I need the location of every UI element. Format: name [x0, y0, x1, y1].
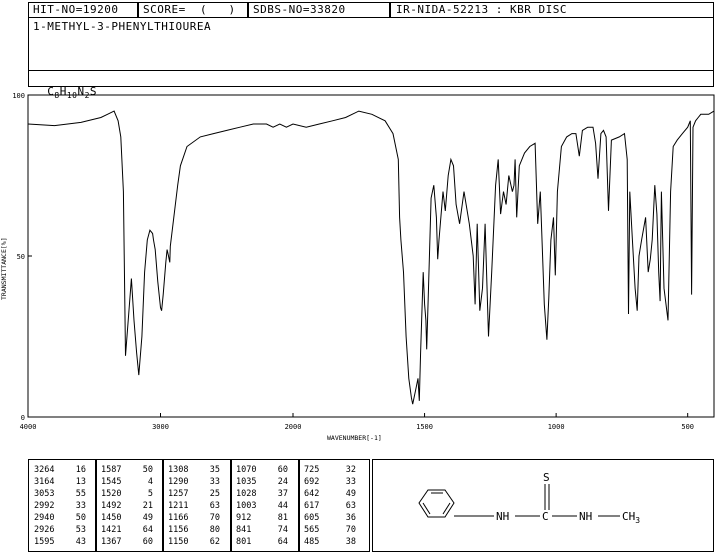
peak-table-divider: [95, 459, 97, 552]
y-axis-ticks: 0 50 100: [12, 92, 32, 422]
x-axis-ticks: 4000 3000 2000 1500 1000 500: [20, 413, 694, 431]
structure-box: [372, 459, 714, 552]
x-tick-label: 500: [681, 423, 694, 431]
peak-transmittance: 43: [75, 537, 86, 547]
peak-table-divider: [230, 459, 232, 552]
peak-transmittance: 38: [345, 537, 356, 547]
x-tick-label: 2000: [285, 423, 302, 431]
peak-transmittance: 62: [209, 537, 220, 547]
peak-wavenumber: 1150: [168, 537, 189, 547]
peak-wavenumber: 1367: [101, 537, 122, 547]
x-tick-label: 4000: [20, 423, 37, 431]
spectrum-series-line: [27, 110, 715, 405]
y-tick-label: 0: [21, 414, 25, 422]
x-tick-label: 3000: [152, 423, 169, 431]
y-axis-label: TRANSMITTANCE[%]: [0, 237, 8, 300]
peak-table-divider: [298, 459, 300, 552]
peak-transmittance: 60: [142, 537, 153, 547]
peak-transmittance: 64: [277, 537, 288, 547]
x-tick-label: 1500: [416, 423, 433, 431]
peak-wavenumber: 1595: [34, 537, 55, 547]
peak-table-divider: [162, 459, 164, 552]
peak-wavenumber: 801: [236, 537, 252, 547]
y-tick-label: 100: [12, 92, 25, 100]
x-tick-label: 1000: [548, 423, 565, 431]
y-tick-label: 50: [17, 253, 25, 261]
x-axis-label: WAVENUMBER[-1]: [327, 434, 382, 442]
peak-wavenumber: 485: [304, 537, 320, 547]
